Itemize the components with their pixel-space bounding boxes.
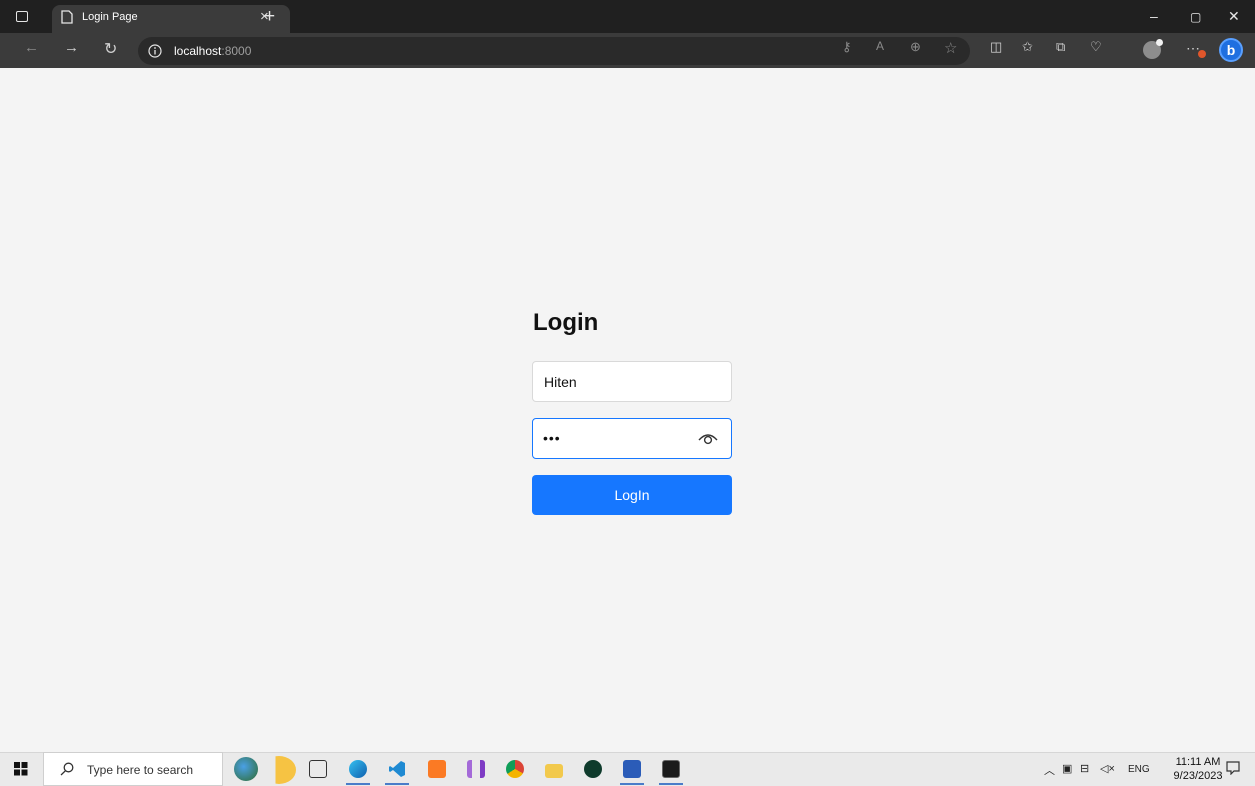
clock-time[interactable]: 11:11 AM [1174,756,1222,768]
visual-studio-icon[interactable] [467,760,485,778]
close-window-button[interactable]: ✕ [1228,8,1240,25]
refresh-icon[interactable]: ↻ [104,39,117,59]
edge-active-indicator [346,783,370,785]
taskbar-search-placeholder: Type here to search [87,763,194,777]
restore-button[interactable]: ▢ [1190,10,1201,24]
volume-muted-icon[interactable]: ◁× [1100,762,1115,775]
weather-sun-icon[interactable] [262,756,296,784]
widgets-globe-icon[interactable] [234,757,258,781]
terminal-active-indicator [659,783,683,785]
notifications-icon[interactable] [1226,761,1240,775]
favorites-icon[interactable]: ✩ [1022,39,1033,55]
meet-now-icon[interactable]: ▣ [1062,762,1072,775]
password-input-value[interactable]: ••• [543,430,561,446]
zoom-icon[interactable]: ⊕ [910,39,921,55]
eye-toggle-icon[interactable] [698,430,718,446]
bing-copilot-icon[interactable]: b [1219,38,1243,62]
vscode-icon[interactable] [388,760,406,778]
browser-essentials-icon[interactable]: ♡ [1090,39,1102,55]
windows-start-icon[interactable] [14,762,28,776]
chrome-icon[interactable] [506,760,524,778]
site-info-icon[interactable] [148,44,162,58]
page-icon [61,10,73,24]
url-text[interactable]: localhost:8000 [174,44,251,58]
minimize-button[interactable]: – [1150,8,1158,24]
terminal-icon[interactable] [662,760,680,778]
back-icon[interactable]: ← [24,39,39,56]
notification-badge-icon [1198,50,1206,58]
collections-icon[interactable]: ⧉ [1056,39,1065,55]
mongodb-compass-icon[interactable] [584,760,602,778]
username-input[interactable] [532,361,732,402]
read-aloud-icon[interactable]: A [876,39,884,53]
network-icon[interactable]: ⊟ [1080,762,1089,775]
edge-icon[interactable] [349,760,367,778]
login-button[interactable]: LogIn [532,475,732,515]
xampp-icon[interactable] [428,760,446,778]
favorite-star-icon[interactable]: ☆ [944,39,957,57]
show-hidden-icons-icon[interactable]: ︿ [1044,762,1055,778]
forward-icon[interactable]: → [64,39,79,56]
clock-date[interactable]: 9/23/2023 [1172,770,1224,782]
new-tab-button[interactable]: + [264,6,275,28]
search-icon [60,762,74,776]
url-port: :8000 [221,44,252,58]
word-active-indicator [620,783,644,785]
vscode-active-indicator [385,783,409,785]
url-host: localhost [174,44,222,58]
task-view-icon[interactable] [309,760,327,778]
login-heading: Login [533,309,599,336]
profile-badge-icon [1156,39,1163,46]
split-screen-icon[interactable]: ◫ [990,39,1002,55]
tab-actions-icon[interactable] [16,11,28,22]
language-indicator[interactable]: ENG [1128,764,1150,775]
key-icon[interactable]: ⚷ [842,39,852,55]
file-explorer-icon[interactable] [545,764,563,778]
tab-title: Login Page [82,11,138,23]
word-icon[interactable] [623,760,641,778]
